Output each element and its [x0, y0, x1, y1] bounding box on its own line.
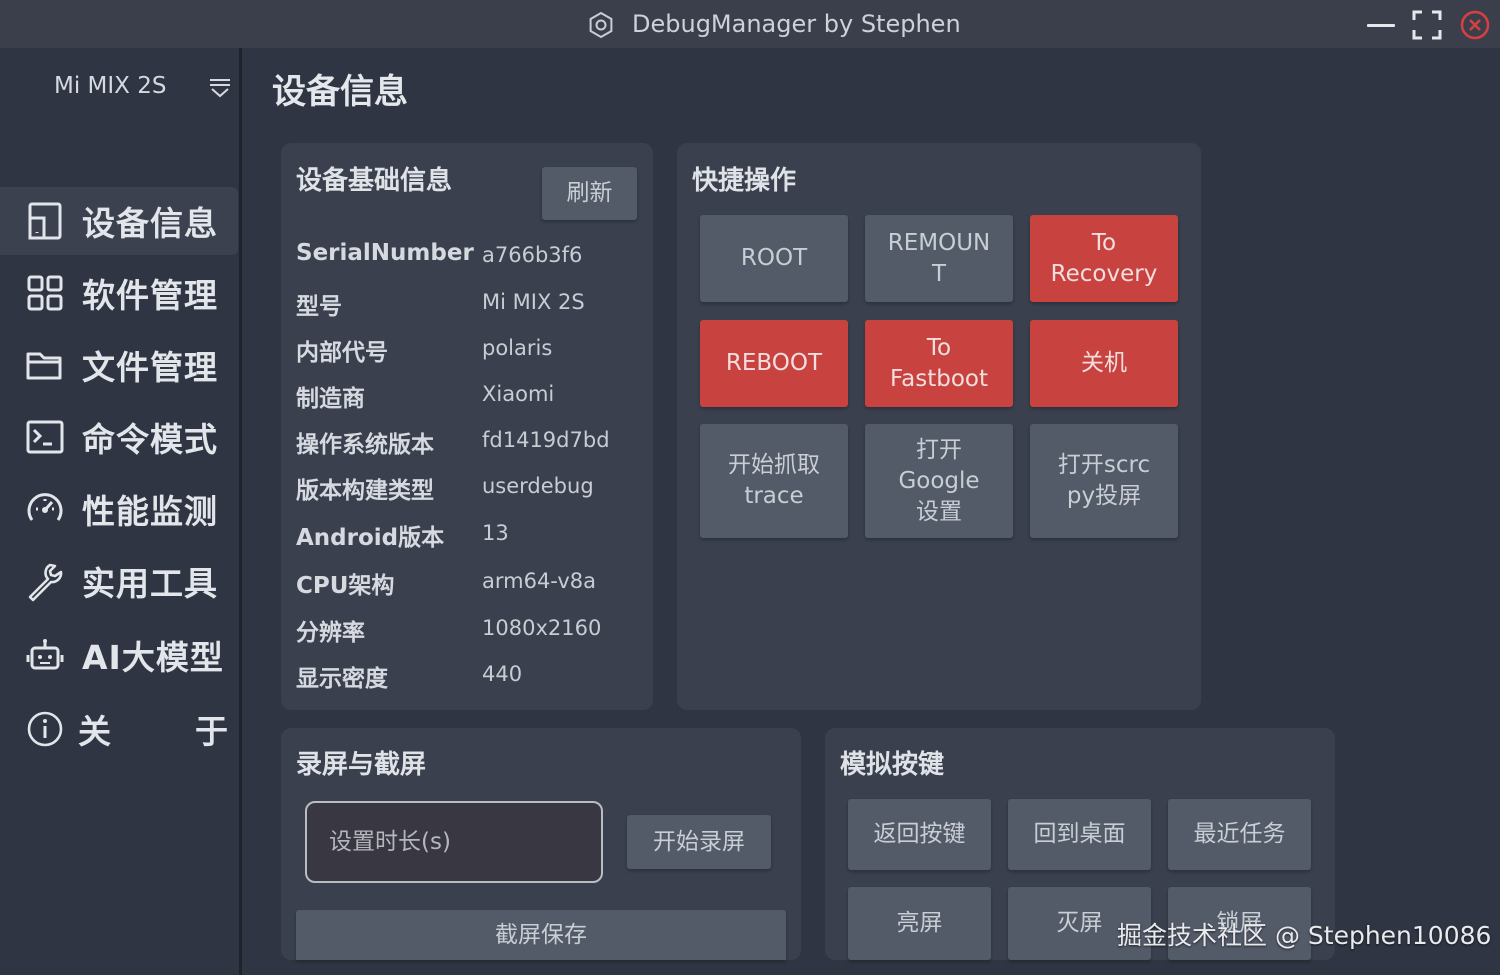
sidebar-item-performance[interactable]: 性能监测: [0, 475, 238, 543]
folder-icon: [26, 352, 62, 380]
start-trace-button[interactable]: 开始抓取trace: [700, 424, 848, 538]
back-key-button[interactable]: 返回按键: [848, 799, 991, 870]
info-key: 分辨率: [296, 620, 365, 646]
sidebar-item-label: 文件管理: [82, 348, 218, 387]
quick-actions-title: 快捷操作: [692, 166, 797, 196]
gauge-icon: [27, 493, 63, 521]
info-key: 版本构建类型: [296, 478, 434, 504]
device-selector[interactable]: Mi MIX 2S: [54, 73, 166, 99]
menu-toggle-icon[interactable]: [207, 76, 233, 100]
refresh-button[interactable]: 刷新: [542, 167, 637, 220]
sidebar-item-software[interactable]: 软件管理: [0, 259, 238, 327]
device-info-title: 设备基础信息: [296, 166, 453, 196]
terminal-icon: [26, 420, 64, 454]
info-value: Mi MIX 2S: [482, 290, 585, 314]
info-value: userdebug: [482, 474, 594, 498]
sidebar-item-device-info[interactable]: 设备信息: [0, 187, 238, 255]
minimize-icon[interactable]: [1364, 8, 1398, 42]
duration-input[interactable]: [305, 801, 603, 883]
remount-button[interactable]: REMOUNT: [865, 215, 1013, 302]
sidebar-item-label: 关 于: [78, 712, 234, 751]
info-value: Xiaomi: [482, 382, 555, 406]
info-value: 13: [482, 521, 509, 545]
screenshot-save-button[interactable]: 截屏保存: [296, 910, 786, 960]
sidebar-item-label: AI大模型: [82, 638, 224, 677]
info-key: CPU架构: [296, 573, 395, 599]
sidebar-item-label: 命令模式: [82, 420, 218, 459]
maximize-icon[interactable]: [1410, 8, 1444, 42]
open-scrcpy-button[interactable]: 打开scrcpy投屏: [1030, 424, 1178, 538]
title-bar: DebugManager by Stephen: [0, 0, 1500, 48]
wrench-icon: [28, 563, 63, 602]
sidebar-item-label: 软件管理: [82, 276, 218, 315]
info-key: 型号: [296, 294, 342, 320]
info-key: 制造商: [296, 386, 365, 412]
close-icon[interactable]: [1458, 8, 1492, 42]
info-value: a766b3f6: [482, 243, 583, 267]
simulated-keys-title: 模拟按键: [840, 750, 945, 780]
sidebar-item-label: 设备信息: [82, 204, 218, 243]
sidebar-item-about[interactable]: 关 于: [0, 695, 238, 763]
to-recovery-button[interactable]: To Recovery: [1030, 215, 1178, 302]
info-value: 440: [482, 662, 523, 686]
root-button[interactable]: ROOT: [700, 215, 848, 302]
sidebar-divider: [239, 48, 242, 975]
info-key: Android版本: [296, 525, 445, 551]
info-value: polaris: [482, 336, 553, 360]
screen-on-button[interactable]: 亮屏: [848, 887, 991, 960]
robot-icon: [26, 639, 64, 670]
info-icon: [27, 711, 63, 747]
sidebar-item-command[interactable]: 命令模式: [0, 403, 238, 471]
info-value: fd1419d7bd: [482, 428, 610, 452]
app-hexagon-icon: [589, 11, 613, 39]
info-value: 1080x2160: [482, 616, 602, 640]
info-key: 内部代号: [296, 340, 388, 366]
page-title: 设备信息: [272, 72, 408, 112]
info-value: arm64-v8a: [482, 569, 596, 593]
info-key: 操作系统版本: [296, 432, 434, 458]
info-key: SerialNumber: [296, 240, 474, 266]
reboot-button[interactable]: REBOOT: [700, 320, 848, 407]
screen-record-title: 录屏与截屏: [296, 750, 427, 780]
recent-tasks-button[interactable]: 最近任务: [1168, 799, 1311, 870]
watermark: 掘金技术社区 @ Stephen10086: [1117, 921, 1492, 950]
power-off-button[interactable]: 关机: [1030, 320, 1178, 407]
sidebar-item-ai[interactable]: AI大模型: [0, 621, 238, 689]
sidebar-item-files[interactable]: 文件管理: [0, 331, 238, 399]
info-key: 显示密度: [296, 666, 388, 692]
sidebar-item-label: 实用工具: [82, 564, 218, 603]
apps-grid-icon: [27, 275, 63, 311]
home-key-button[interactable]: 回到桌面: [1008, 799, 1151, 870]
sidebar-item-tools[interactable]: 实用工具: [0, 547, 238, 615]
sidebar-item-label: 性能监测: [82, 492, 218, 531]
to-fastboot-button[interactable]: To Fastboot: [865, 320, 1013, 407]
window-title: DebugManager by Stephen: [632, 10, 961, 38]
open-google-settings-button[interactable]: 打开Google设置: [865, 424, 1013, 538]
tablet-icon: [28, 202, 62, 240]
start-record-button[interactable]: 开始录屏: [627, 815, 771, 869]
